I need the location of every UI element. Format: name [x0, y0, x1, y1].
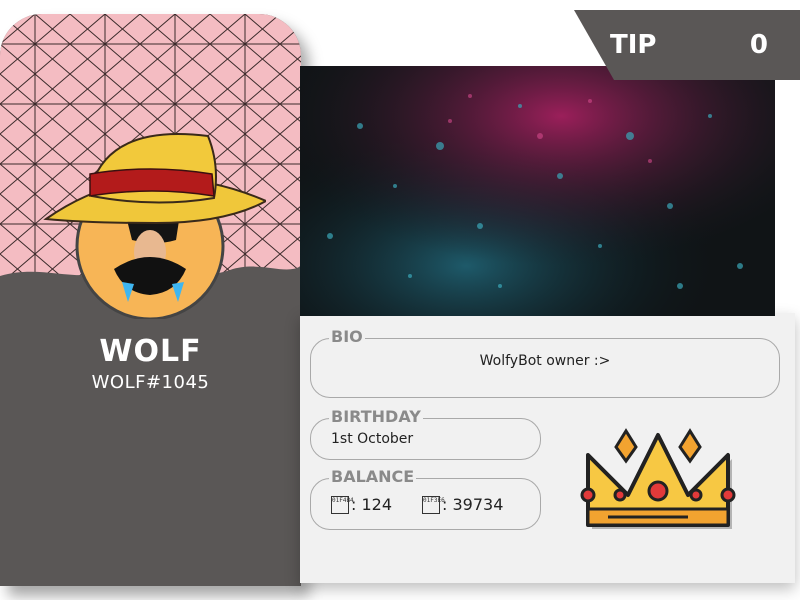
missing-glyph-icon: 01F3E6 [422, 495, 445, 514]
balance-row: 01F4B4 : 124 01F3E6 : 39734 [331, 495, 503, 514]
username: WOLF [99, 334, 202, 369]
tip-tab: TIP 0 [574, 10, 800, 80]
tip-value: 0 [749, 30, 768, 60]
rain-banner-image [300, 66, 775, 316]
bio-field: BIO WolfyBot owner :> [310, 327, 780, 398]
balance-legend: BALANCE [329, 467, 417, 486]
birthday-text: 1st October [331, 431, 414, 447]
birthday-legend: BIRTHDAY [329, 407, 423, 426]
bio-legend: BIO [329, 327, 365, 346]
crown-icon [580, 428, 736, 529]
balance-wallet: 01F4B4 : 124 [331, 495, 392, 514]
profile-card: WOLF WOLF#1045 [0, 14, 301, 586]
missing-glyph-icon: 01F4B4 [331, 495, 354, 514]
bio-text: WolfyBot owner :> [479, 353, 611, 369]
straw-hat-avatar-icon [43, 133, 266, 319]
user-tag: WOLF#1045 [91, 372, 210, 393]
balance-field: BALANCE 01F4B4 : 124 01F3E6 : 39734 [310, 467, 541, 530]
birthday-field: BIRTHDAY 1st October [310, 407, 541, 460]
balance-bank: 01F3E6 : 39734 [422, 495, 503, 514]
balance-wallet-value: : 124 [351, 495, 393, 514]
tip-label: TIP [610, 30, 657, 60]
balance-bank-value: : 39734 [442, 495, 504, 514]
